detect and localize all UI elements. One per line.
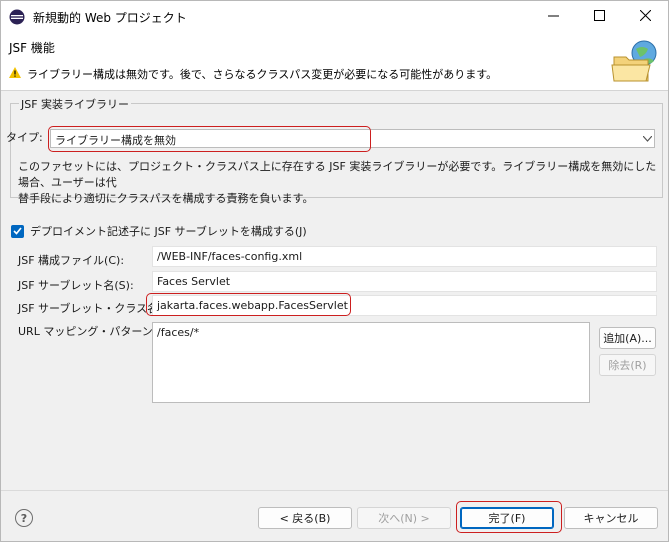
warning-message: ライブラリー構成は無効です。後で、さらなるクラスパス変更が必要になる可能性があり… [9,66,497,82]
config-file-label: JSF 構成ファイル(C): [18,254,125,267]
servlet-name-label: JSF サーブレット名(S): [18,279,134,292]
remove-mapping-button[interactable]: 除去(R) [599,354,656,376]
type-label: タイプ: [6,131,43,144]
library-description: このファセットには、プロジェクト・クラスパス上に存在する JSF 実装ライブラリ… [18,160,657,205]
finish-button[interactable]: 完了(F) [460,507,554,529]
back-button[interactable]: < 戻る(B) [258,507,352,529]
library-group-title: JSF 実装ライブラリー [19,96,132,112]
warning-text: ライブラリー構成は無効です。後で、さらなるクラスパス変更が必要になる可能性があり… [27,68,498,81]
eclipse-icon [9,9,25,25]
configure-servlet-label: デプロイメント記述子に JSF サーブレットを構成する(J) [30,225,307,238]
maximize-icon [594,10,605,24]
footer-divider [1,490,668,491]
chevron-down-icon [642,131,653,145]
servlet-name-field[interactable]: Faces Servlet [152,271,657,292]
page-title: JSF 機能 [9,41,55,55]
close-button[interactable] [623,1,668,33]
add-mapping-button[interactable]: 追加(A)... [599,327,656,349]
minimize-icon [548,10,559,24]
warning-icon [9,67,21,81]
close-icon [639,9,652,24]
maximize-button[interactable] [577,1,622,33]
url-mapping-list[interactable]: /faces/* [152,322,590,403]
window-title: 新規動的 Web プロジェクト [33,11,187,25]
next-button[interactable]: 次へ(N) > [357,507,451,529]
url-mapping-label: URL マッピング・パターン(U): [18,325,174,338]
library-type-dropdown-button[interactable] [639,127,656,148]
servlet-class-field[interactable]: jakarta.faces.webapp.FacesServlet [152,295,657,316]
dialog-window: 新規動的 Web プロジェクト JSF 機能 ライブラリー構成は無効です。後で、… [0,0,669,542]
configure-servlet-option[interactable]: デプロイメント記述子に JSF サーブレットを構成する(J) [11,223,307,239]
url-mapping-item[interactable]: /faces/* [157,326,585,339]
configure-servlet-checkbox[interactable] [11,224,24,238]
cancel-button[interactable]: キャンセル [564,507,658,529]
title-bar[interactable]: 新規動的 Web プロジェクト [1,1,668,33]
help-icon[interactable]: ? [15,509,33,527]
folder-globe-icon [610,39,658,85]
library-type-select[interactable]: ライブラリー構成を無効 [50,129,655,148]
minimize-button[interactable] [531,1,576,33]
wizard-header: JSF 機能 ライブラリー構成は無効です。後で、さらなるクラスパス変更が必要にな… [1,33,668,91]
config-file-field[interactable]: /WEB-INF/faces-config.xml [152,246,657,267]
